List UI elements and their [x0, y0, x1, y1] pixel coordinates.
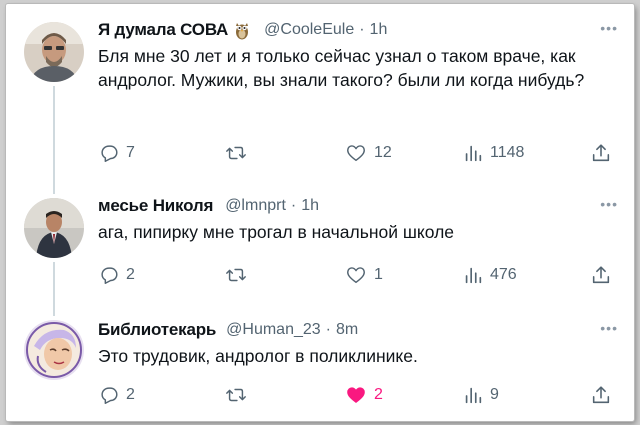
owl-emoji-icon: [234, 20, 250, 40]
tweet-text: Это трудовик, андролог в поликлинике.: [98, 346, 418, 366]
timestamp[interactable]: 8m: [336, 321, 358, 339]
display-name[interactable]: месье Николя: [98, 196, 213, 216]
reply-icon: [101, 267, 118, 284]
heart-icon: [347, 387, 365, 403]
retweet-icon: [226, 388, 246, 402]
heart-icon: [347, 145, 365, 162]
action-bar: 2 1 476: [6, 264, 634, 290]
reply-count: 2: [126, 386, 135, 403]
reply-count: 7: [126, 144, 135, 161]
avatar[interactable]: [24, 198, 84, 258]
more-icon[interactable]: •••: [600, 320, 618, 336]
retweet-icon: [226, 146, 246, 160]
share-icon: [592, 266, 610, 284]
display-name[interactable]: Я думала СОВА: [98, 20, 228, 40]
share-button[interactable]: [590, 264, 612, 286]
share-icon: [592, 386, 610, 404]
reply-icon: [101, 145, 118, 162]
more-icon[interactable]: •••: [600, 20, 618, 36]
avatar[interactable]: [24, 22, 84, 82]
views-icon: [465, 145, 482, 162]
heart-icon: [347, 267, 365, 284]
like-button[interactable]: 1: [344, 264, 383, 286]
view-count: 9: [490, 386, 499, 403]
tweet[interactable]: месье Николя @lmnprt · 1h ••• ага, пипир…: [6, 194, 634, 304]
action-bar: 7 12 1148: [6, 142, 634, 168]
views-button[interactable]: 1148: [462, 142, 524, 164]
views-button[interactable]: 476: [462, 264, 517, 286]
like-count: 2: [374, 386, 383, 403]
retweet-button[interactable]: [224, 142, 248, 164]
reply-button[interactable]: 2: [98, 264, 135, 286]
tweet[interactable]: Я думала СОВА @CooleEule · 1h ••• Бля мн…: [6, 18, 634, 168]
timestamp[interactable]: 1h: [370, 21, 388, 39]
reply-button[interactable]: 2: [98, 384, 135, 406]
retweet-button[interactable]: [224, 384, 248, 406]
timestamp[interactable]: 1h: [301, 197, 319, 215]
like-count: 1: [374, 266, 383, 283]
view-count: 476: [490, 266, 517, 283]
views-button[interactable]: 9: [462, 384, 499, 406]
reply-count: 2: [126, 266, 135, 283]
retweet-icon: [226, 268, 246, 282]
separator: ·: [290, 197, 297, 214]
avatar[interactable]: [24, 320, 84, 380]
handle[interactable]: @Human_23: [226, 321, 321, 339]
separator: ·: [359, 21, 365, 38]
handle[interactable]: @lmnprt: [225, 197, 286, 215]
share-button[interactable]: [590, 142, 612, 164]
display-name[interactable]: Библиотекарь: [98, 320, 216, 340]
separator: ·: [325, 321, 331, 338]
retweet-button[interactable]: [224, 264, 248, 286]
reply-button[interactable]: 7: [98, 142, 135, 164]
view-count: 1148: [490, 144, 525, 161]
tweet[interactable]: Библиотекарь @Human_23 · 8m ••• Это труд…: [6, 318, 634, 418]
tweet-text: Бля мне 30 лет и я только сейчас узнал о…: [98, 46, 585, 90]
tweet-text: ага, пипирку мне трогал в начальной школ…: [98, 222, 455, 242]
share-icon: [592, 144, 610, 162]
like-button[interactable]: 12: [344, 142, 392, 164]
action-bar: 2 2 9: [6, 384, 634, 410]
like-count: 12: [374, 144, 392, 161]
handle[interactable]: @CooleEule: [264, 21, 354, 39]
views-icon: [465, 267, 482, 284]
reply-icon: [101, 387, 118, 404]
share-button[interactable]: [590, 384, 612, 406]
like-button[interactable]: 2: [344, 384, 383, 406]
views-icon: [465, 387, 482, 404]
thread-screenshot: Я думала СОВА @CooleEule · 1h ••• Бля мн…: [6, 4, 634, 421]
more-icon[interactable]: •••: [600, 196, 618, 212]
